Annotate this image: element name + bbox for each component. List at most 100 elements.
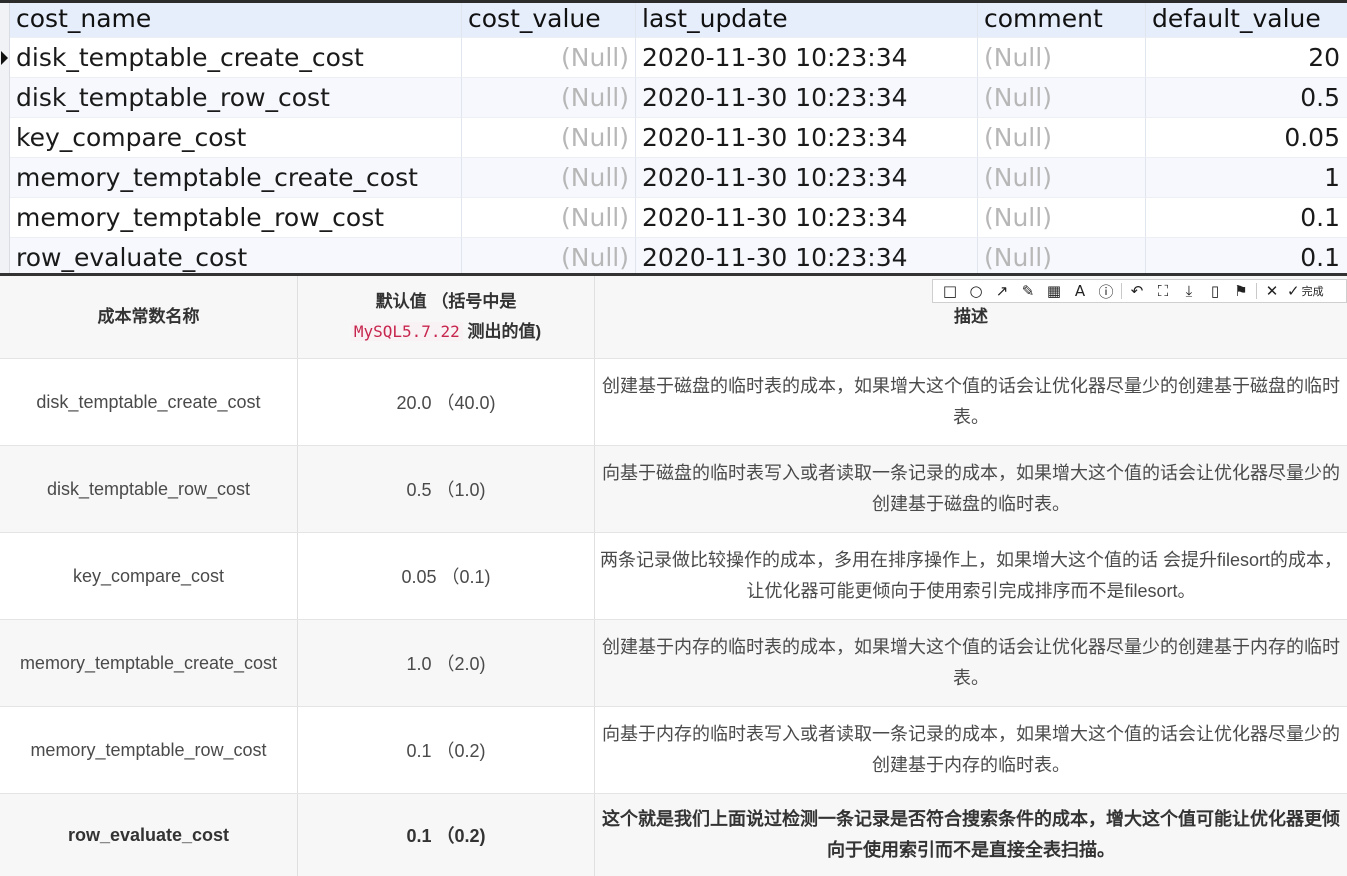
table-row[interactable]: disk_temptable_create_cost (Null) 2020-1… <box>0 38 1347 78</box>
row-default: 0.1 （0.2) <box>298 794 595 876</box>
row-name: memory_temptable_row_cost <box>0 707 298 793</box>
table-row: memory_temptable_row_cost 0.1 （0.2) 向基于内… <box>0 707 1347 794</box>
cell-comment[interactable]: (Null) <box>978 78 1146 118</box>
cell-cost-value[interactable]: (Null) <box>462 118 636 158</box>
row-indicator[interactable] <box>0 158 10 198</box>
cell-cost-value[interactable]: (Null) <box>462 158 636 198</box>
cell-default-value[interactable]: 1 <box>1146 158 1347 198</box>
row-name: memory_temptable_create_cost <box>0 620 298 706</box>
pin-icon[interactable]: ▯ <box>1202 280 1228 302</box>
row-indicator[interactable] <box>0 238 10 276</box>
done-button[interactable]: ✓ 完成 <box>1285 282 1324 300</box>
row-default: 1.0 （2.0) <box>298 620 595 706</box>
cell-last-update[interactable]: 2020-11-30 10:23:34 <box>636 158 978 198</box>
current-row-icon <box>1 51 8 65</box>
cell-cost-value[interactable]: (Null) <box>462 198 636 238</box>
cell-comment[interactable]: (Null) <box>978 118 1146 158</box>
row-name: row_evaluate_cost <box>0 794 298 876</box>
row-default: 20.0 （40.0) <box>298 359 595 445</box>
version-code: MySQL5.7.22 <box>350 322 463 341</box>
download-icon[interactable]: ⤓ <box>1176 280 1202 302</box>
cell-last-update[interactable]: 2020-11-30 10:23:34 <box>636 118 978 158</box>
table-row: memory_temptable_create_cost 1.0 （2.0) 创… <box>0 620 1347 707</box>
row-description: 这个就是我们上面说过检测一条记录是否符合搜索条件的成本，增大这个值可能让优化器更… <box>602 809 1340 860</box>
arrow-icon[interactable]: ↗ <box>989 280 1015 302</box>
grid-header: cost_name cost_value last_update comment… <box>0 3 1347 38</box>
undo-icon[interactable]: ↶ <box>1124 280 1150 302</box>
bookmark-icon[interactable]: ⚑ <box>1228 280 1254 302</box>
cell-comment[interactable]: (Null) <box>978 38 1146 78</box>
cell-cost-name[interactable]: memory_temptable_create_cost <box>10 158 462 198</box>
done-label: 完成 <box>1301 285 1324 298</box>
table-row[interactable]: key_compare_cost (Null) 2020-11-30 10:23… <box>0 118 1347 158</box>
cell-last-update[interactable]: 2020-11-30 10:23:34 <box>636 38 978 78</box>
header-default-line2: 测出的值) <box>462 322 542 341</box>
header-cost-name: 成本常数名称 <box>0 276 298 358</box>
table-row[interactable]: row_evaluate_cost (Null) 2020-11-30 10:2… <box>0 238 1347 276</box>
row-description: 两条记录做比较操作的成本，多用在排序操作上，如果增大这个值的话 会提升files… <box>599 550 1342 601</box>
toolbar-separator <box>1121 283 1122 299</box>
column-header-cost-value[interactable]: cost_value <box>462 3 636 38</box>
column-header-cost-name[interactable]: cost_name <box>10 3 462 38</box>
cell-cost-name[interactable]: row_evaluate_cost <box>10 238 462 276</box>
cell-last-update[interactable]: 2020-11-30 10:23:34 <box>636 238 978 276</box>
toolbar-separator <box>1256 283 1257 299</box>
screenshot-toolbar: □ ○ ↗ ✎ ▦ A ⓘ ↶ ⛶ ⤓ ▯ ⚑ ✕ ✓ 完成 <box>932 279 1347 303</box>
number-marker-icon[interactable]: ⓘ <box>1093 280 1119 302</box>
cell-cost-value[interactable]: (Null) <box>462 38 636 78</box>
row-description: 向基于磁盘的临时表写入或者读取一条记录的成本，如果增大这个值的话会让优化器尽量少… <box>602 463 1340 514</box>
row-name: disk_temptable_row_cost <box>0 446 298 532</box>
column-header-comment[interactable]: comment <box>978 3 1146 38</box>
row-name: key_compare_cost <box>0 533 298 619</box>
row-description: 创建基于内存的临时表的成本，如果增大这个值的话会让优化器尽量少的创建基于内存的临… <box>602 637 1340 688</box>
table-row[interactable]: disk_temptable_row_cost (Null) 2020-11-3… <box>0 78 1347 118</box>
table-row: disk_temptable_row_cost 0.5 （1.0) 向基于磁盘的… <box>0 446 1347 533</box>
cancel-icon[interactable]: ✕ <box>1259 280 1285 302</box>
cell-cost-name[interactable]: disk_temptable_row_cost <box>10 78 462 118</box>
column-header-default-value[interactable]: default_value <box>1146 3 1347 38</box>
row-default: 0.05 （0.1) <box>298 533 595 619</box>
cell-default-value[interactable]: 0.5 <box>1146 78 1347 118</box>
row-default: 0.1 （0.2) <box>298 707 595 793</box>
pen-icon[interactable]: ✎ <box>1015 280 1041 302</box>
cell-last-update[interactable]: 2020-11-30 10:23:34 <box>636 198 978 238</box>
row-indicator[interactable] <box>0 78 10 118</box>
row-indicator <box>0 3 10 38</box>
text-icon[interactable]: A <box>1067 280 1093 302</box>
row-name: disk_temptable_create_cost <box>0 359 298 445</box>
cell-comment[interactable]: (Null) <box>978 238 1146 276</box>
row-indicator[interactable] <box>0 118 10 158</box>
cell-comment[interactable]: (Null) <box>978 158 1146 198</box>
check-icon: ✓ <box>1287 282 1300 300</box>
table-row[interactable]: memory_temptable_row_cost (Null) 2020-11… <box>0 198 1347 238</box>
table-row[interactable]: memory_temptable_create_cost (Null) 2020… <box>0 158 1347 198</box>
row-indicator[interactable] <box>0 38 10 78</box>
cell-cost-name[interactable]: disk_temptable_create_cost <box>10 38 462 78</box>
cost-constants-table: 成本常数名称 默认值 （括号中是 MySQL5.7.22 测出的值) 描述 di… <box>0 276 1347 876</box>
row-description: 向基于内存的临时表写入或者读取一条记录的成本，如果增大这个值的话会让优化器尽量少… <box>602 724 1340 775</box>
cell-cost-name[interactable]: key_compare_cost <box>10 118 462 158</box>
cell-default-value[interactable]: 20 <box>1146 38 1347 78</box>
cell-comment[interactable]: (Null) <box>978 198 1146 238</box>
result-grid: cost_name cost_value last_update comment… <box>0 0 1347 276</box>
cell-default-value[interactable]: 0.1 <box>1146 198 1347 238</box>
cell-cost-name[interactable]: memory_temptable_row_cost <box>10 198 462 238</box>
row-indicator[interactable] <box>0 198 10 238</box>
table-row: row_evaluate_cost 0.1 （0.2) 这个就是我们上面说过检测… <box>0 794 1347 876</box>
table-row: disk_temptable_create_cost 20.0 （40.0) 创… <box>0 359 1347 446</box>
cell-cost-value[interactable]: (Null) <box>462 78 636 118</box>
column-header-last-update[interactable]: last_update <box>636 3 978 38</box>
row-description: 创建基于磁盘的临时表的成本，如果增大这个值的话会让优化器尽量少的创建基于磁盘的临… <box>602 376 1340 427</box>
cell-default-value[interactable]: 0.05 <box>1146 118 1347 158</box>
header-default-value: 默认值 （括号中是 MySQL5.7.22 测出的值) <box>298 276 595 358</box>
ocr-icon[interactable]: ⛶ <box>1150 280 1176 302</box>
cell-default-value[interactable]: 0.1 <box>1146 238 1347 276</box>
cell-last-update[interactable]: 2020-11-30 10:23:34 <box>636 78 978 118</box>
mosaic-icon[interactable]: ▦ <box>1041 280 1067 302</box>
ellipse-icon[interactable]: ○ <box>963 280 989 302</box>
row-default: 0.5 （1.0) <box>298 446 595 532</box>
rectangle-icon[interactable]: □ <box>937 280 963 302</box>
header-default-line1: 默认值 （括号中是 <box>375 292 517 311</box>
table-row: key_compare_cost 0.05 （0.1) 两条记录做比较操作的成本… <box>0 533 1347 620</box>
cell-cost-value[interactable]: (Null) <box>462 238 636 276</box>
